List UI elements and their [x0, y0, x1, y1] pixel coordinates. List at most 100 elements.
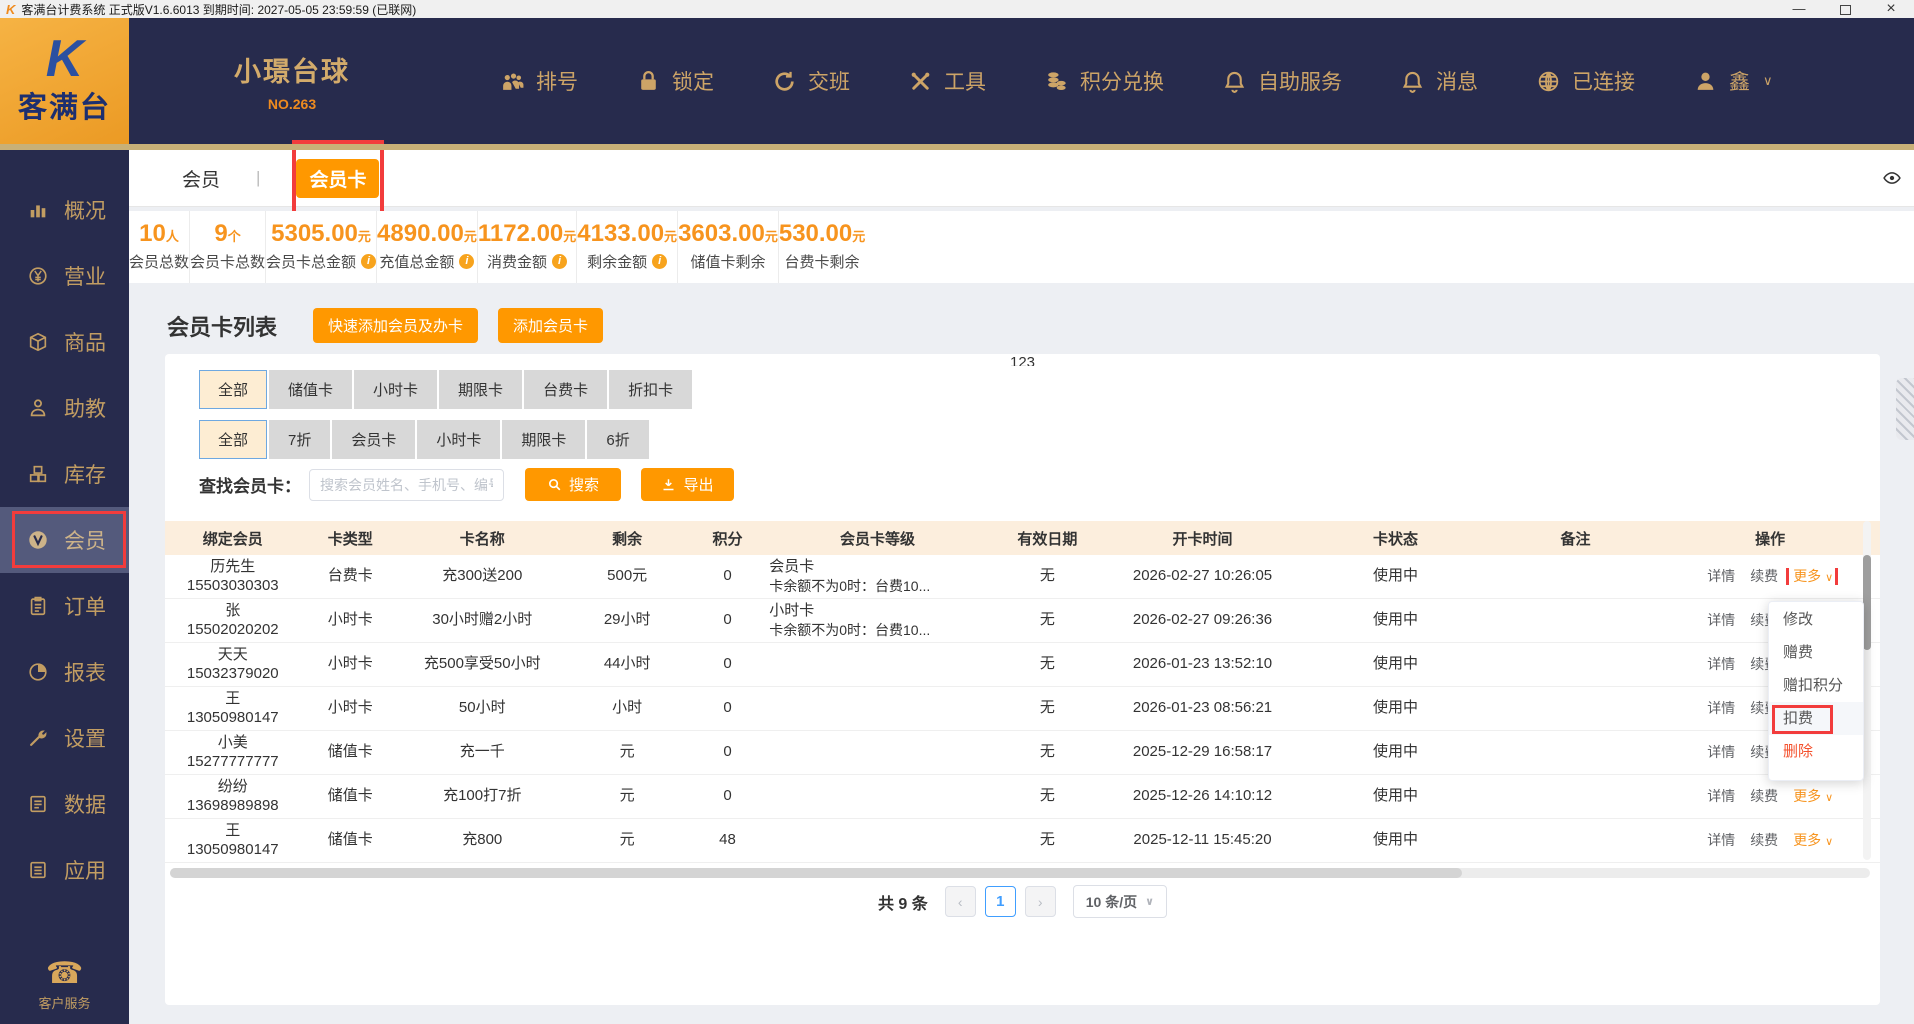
filter-button[interactable]: 7折: [269, 420, 331, 459]
header-nav-item[interactable]: 工具: [908, 66, 986, 96]
filter-button[interactable]: 期限卡: [502, 420, 586, 459]
header-nav-item[interactable]: 锁定: [636, 66, 714, 96]
renew-link[interactable]: 续费: [1750, 788, 1778, 806]
minimize-button[interactable]: —: [1776, 0, 1822, 18]
vertical-scrollbar[interactable]: [1863, 521, 1871, 860]
cell-bound-member: 王 13050980147: [186, 689, 279, 726]
cell-open-time: 2025-12-29 16:58:17: [1132, 743, 1273, 761]
more-link[interactable]: 更多 ∨: [1793, 832, 1833, 850]
more-link[interactable]: 更多 ∨: [1786, 567, 1839, 586]
search-input[interactable]: [309, 468, 504, 501]
sidebar-item[interactable]: 应用: [0, 837, 129, 903]
filter-button[interactable]: 折扣卡: [609, 370, 693, 409]
cell-card-status: 使用中: [1372, 699, 1418, 717]
quick-add-member-card-button[interactable]: 快速添加会员及办卡: [313, 308, 479, 343]
page-size-select[interactable]: 10 条/页 ∨: [1072, 885, 1168, 918]
download-icon: [663, 479, 674, 491]
header-nav-item[interactable]: 积分兑换: [1044, 66, 1164, 96]
globe-icon: [1536, 69, 1561, 94]
sidebar: 概况 营业 商品 助教 库存 会员 订单 报表 设置 数据 应用 ☎ 客户服务: [0, 150, 129, 1024]
filter-button[interactable]: 会员卡: [332, 420, 416, 459]
cell-card-level: 小时卡 卡余额不为0时：台费10...: [769, 601, 931, 638]
sidebar-item[interactable]: 数据: [0, 771, 129, 837]
page-number-1[interactable]: 1: [984, 886, 1016, 917]
filter-button[interactable]: 储值卡: [269, 370, 353, 409]
horizontal-scrollbar-thumb[interactable]: [170, 868, 1462, 878]
detail-link[interactable]: 详情: [1707, 568, 1735, 586]
cell-card-level: 会员卡 卡余额不为0时：台费10...: [769, 557, 931, 594]
tab-member-card[interactable]: 会员卡: [292, 139, 385, 225]
filter-button[interactable]: 台费卡: [524, 370, 608, 409]
detail-link[interactable]: 详情: [1707, 612, 1735, 630]
user-icon: [1693, 69, 1718, 94]
sidebar-item[interactable]: 助教: [0, 375, 129, 441]
sidebar-item[interactable]: 设置: [0, 705, 129, 771]
info-icon[interactable]: i: [552, 254, 568, 269]
dropdown-item[interactable]: 删除: [1769, 735, 1863, 768]
vertical-scrollbar-thumb[interactable]: [1863, 555, 1871, 650]
renew-link[interactable]: 续费: [1750, 832, 1778, 850]
dropdown-item[interactable]: 修改: [1769, 603, 1863, 636]
renew-link[interactable]: 续费: [1750, 568, 1778, 586]
detail-link[interactable]: 详情: [1707, 788, 1735, 806]
close-button[interactable]: ×: [1868, 0, 1914, 18]
header-nav-item[interactable]: 已连接: [1536, 66, 1635, 96]
header-nav-item[interactable]: 鑫 ∨: [1693, 66, 1773, 96]
tools-icon: [908, 69, 933, 94]
dropdown-item[interactable]: 赠费: [1769, 636, 1863, 669]
data-icon: [27, 793, 49, 815]
filter-button[interactable]: 全部: [199, 370, 268, 409]
search-button[interactable]: 搜索: [525, 468, 621, 501]
maximize-button[interactable]: [1822, 0, 1868, 18]
table-column-header: 会员卡等级: [840, 530, 916, 548]
venue-number: NO.263: [267, 96, 317, 112]
filter-button[interactable]: 全部: [199, 420, 268, 459]
cell-card-name: 充一千: [459, 743, 505, 761]
eye-icon[interactable]: [1882, 168, 1902, 188]
detail-link[interactable]: 详情: [1707, 700, 1735, 718]
filter-button[interactable]: 期限卡: [439, 370, 523, 409]
cell-points: 48: [719, 831, 736, 849]
sidebar-item[interactable]: 营业: [0, 243, 129, 309]
add-member-card-button[interactable]: 添加会员卡: [498, 308, 604, 343]
sidebar-item[interactable]: 库存: [0, 441, 129, 507]
app-icon: K: [6, 1, 16, 17]
dropdown-item[interactable]: 赠扣积分: [1769, 669, 1863, 702]
horizontal-scrollbar[interactable]: [170, 868, 1870, 878]
bell-icon: [1222, 69, 1247, 94]
detail-link[interactable]: 详情: [1707, 656, 1735, 674]
dropdown-item[interactable]: 扣费: [1769, 702, 1863, 735]
detail-link[interactable]: 详情: [1707, 744, 1735, 762]
more-link[interactable]: 更多 ∨: [1793, 788, 1833, 806]
filter-button[interactable]: 小时卡: [417, 420, 501, 459]
header-nav-item[interactable]: 自助服务: [1222, 66, 1342, 96]
info-icon[interactable]: i: [652, 254, 668, 269]
sidebar-item[interactable]: 会员: [0, 507, 129, 573]
cell-open-time: 2026-02-27 10:26:05: [1132, 567, 1273, 585]
card-type-filters: 全部 储值卡 小时卡 期限卡 台费卡 折扣卡: [199, 370, 693, 409]
sidebar-item[interactable]: 报表: [0, 639, 129, 705]
cell-card-status: 使用中: [1372, 831, 1418, 849]
sidebar-item[interactable]: 订单: [0, 573, 129, 639]
prev-page-button[interactable]: ‹: [944, 886, 976, 917]
next-page-button[interactable]: ›: [1024, 886, 1056, 917]
export-button[interactable]: 导出: [641, 468, 734, 501]
sidebar-customer-service[interactable]: ☎ 客户服务: [0, 959, 129, 1012]
sidebar-item[interactable]: 概况: [0, 177, 129, 243]
cell-card-type: 储值卡: [327, 743, 373, 761]
header-nav-item[interactable]: 交班: [772, 66, 850, 96]
filter-button[interactable]: 小时卡: [354, 370, 438, 409]
header-nav-item[interactable]: 消息: [1400, 66, 1478, 96]
filter-button[interactable]: 6折: [587, 420, 649, 459]
detail-link[interactable]: 详情: [1707, 832, 1735, 850]
sidebar-item[interactable]: 商品: [0, 309, 129, 375]
tab-member[interactable]: 会员: [182, 165, 220, 192]
cell-valid-date: 无: [1039, 831, 1055, 849]
cell-open-time: 2026-01-23 13:52:10: [1132, 655, 1273, 673]
info-icon[interactable]: i: [361, 254, 377, 269]
cell-points: 0: [723, 699, 732, 717]
right-edge-handle[interactable]: [1896, 378, 1914, 440]
header-nav-item[interactable]: 排号: [500, 66, 578, 96]
info-icon[interactable]: i: [459, 254, 475, 269]
pagination: 共 9 条 ‹ 1 › 10 条/页 ∨: [165, 885, 1880, 918]
